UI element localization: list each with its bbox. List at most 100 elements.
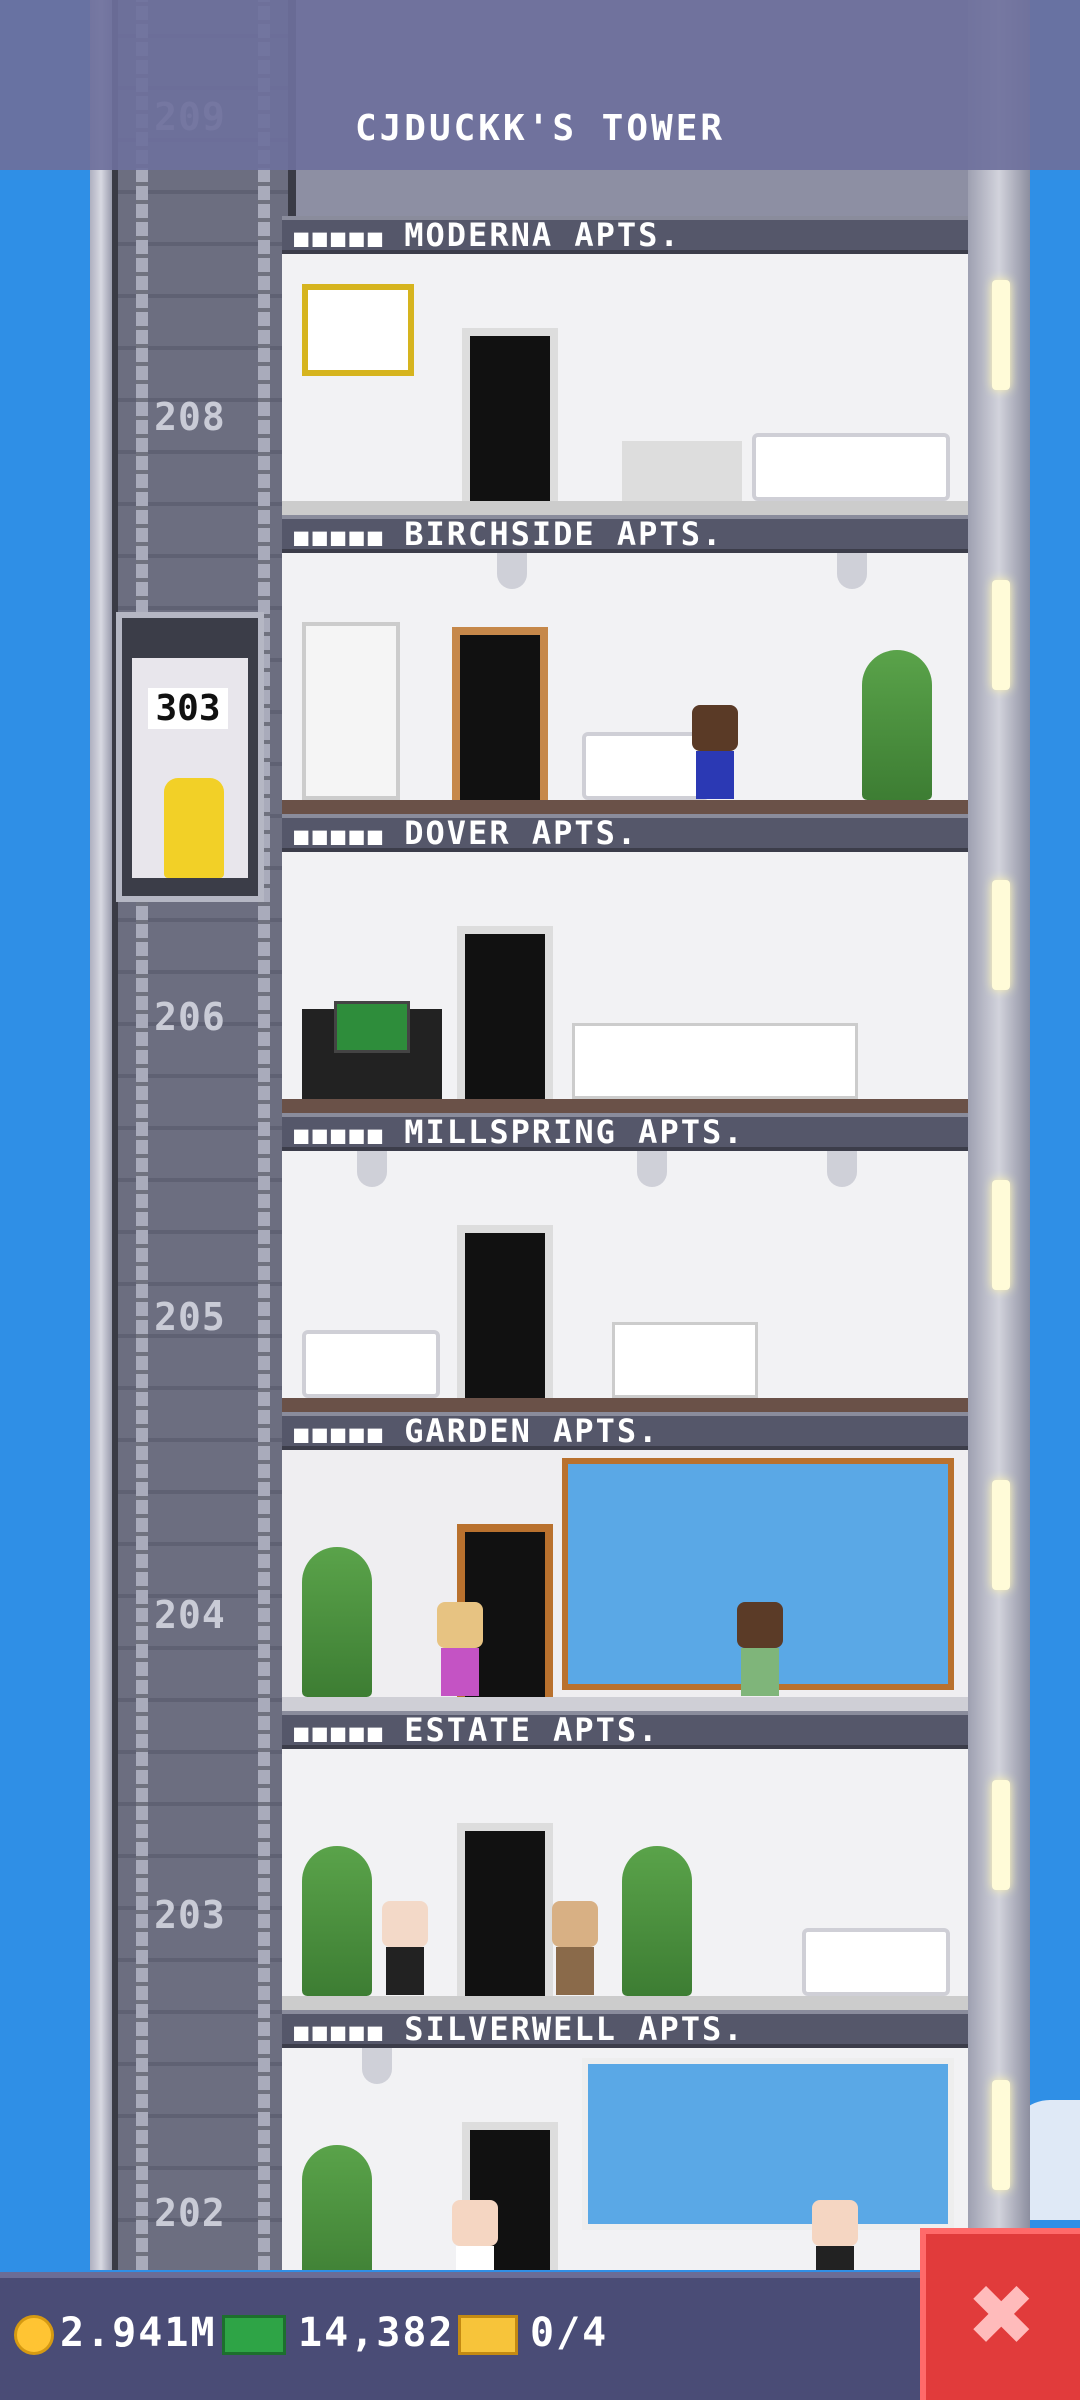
tower-title: CJDUCKK'S TOWER — [354, 108, 726, 149]
residents-icon: ■■■■■ — [294, 1121, 387, 1149]
potted-plant — [622, 1846, 692, 1996]
room — [282, 1450, 968, 1711]
sofa — [752, 433, 950, 501]
floor-name: ESTATE APTS. — [404, 1711, 660, 1749]
apartment-door[interactable] — [452, 627, 548, 800]
shaft-rail-right — [258, 0, 270, 2270]
floor-strip — [282, 1398, 968, 1412]
window-light — [992, 880, 1010, 990]
potted-plant — [302, 1547, 372, 1697]
floor-strip — [282, 501, 968, 515]
sofa — [582, 732, 710, 800]
coins-value: 2.941M — [60, 2310, 217, 2356]
room — [282, 1151, 968, 1412]
apartment-door[interactable] — [457, 1823, 553, 1996]
residents-icon: ■■■■■ — [294, 1719, 387, 1747]
residents-icon: ■■■■■ — [294, 1420, 387, 1448]
bux-stat[interactable]: 14,382 — [222, 2310, 455, 2356]
sofa — [302, 1330, 440, 1398]
window-light — [992, 280, 1010, 390]
tv-screen — [334, 1001, 410, 1053]
elevator-car[interactable]: 303 — [116, 612, 264, 902]
bux-value: 14,382 — [298, 2310, 455, 2356]
floor-sign: ■■■■■ MILLSPRING APTS. — [282, 1113, 968, 1151]
residents-icon: ■■■■■ — [294, 822, 387, 850]
ticket-icon — [458, 2315, 518, 2355]
floor-sign: ■■■■■ ESTATE APTS. — [282, 1711, 968, 1749]
room — [282, 2048, 968, 2270]
left-pillar — [90, 0, 112, 2270]
floor-strip — [282, 1697, 968, 1711]
right-pillar — [968, 0, 1030, 2270]
floor-strip — [282, 1996, 968, 2010]
floor-sign: ■■■■■ DOVER APTS. — [282, 814, 968, 852]
status-bar: 2.941M 14,382 0/4 — [0, 2272, 1080, 2400]
title-bar: CJDUCKK'S TOWER — [0, 0, 1080, 170]
resident[interactable] — [737, 1602, 783, 1697]
floor-dover[interactable]: ■■■■■ DOVER APTS. — [282, 814, 968, 1113]
floor-name: MODERNA APTS. — [404, 216, 681, 254]
floor-name: GARDEN APTS. — [404, 1412, 660, 1450]
apartment-door[interactable] — [457, 926, 553, 1099]
window-light — [992, 1480, 1010, 1590]
floor-number: 203 — [154, 1893, 226, 1937]
floor-millspring[interactable]: ■■■■■ MILLSPRING APTS. — [282, 1113, 968, 1412]
ceiling-lamp — [497, 553, 527, 589]
coins-stat[interactable]: 2.941M — [14, 2310, 217, 2356]
residents-icon: ■■■■■ — [294, 2018, 387, 2046]
floor-number: 202 — [154, 2191, 226, 2235]
floor-name: SILVERWELL APTS. — [404, 2010, 745, 2048]
floor-moderna[interactable]: ■■■■■ MODERNA APTS. — [282, 216, 968, 515]
bux-icon — [222, 2315, 286, 2355]
resident[interactable] — [382, 1901, 428, 1996]
floor-number: 208 — [154, 395, 226, 439]
tickets-stat[interactable]: 0/4 — [458, 2310, 608, 2356]
window — [582, 2058, 954, 2230]
room — [282, 1749, 968, 2010]
residents-icon: ■■■■■ — [294, 224, 387, 252]
kitchen-counter — [612, 1322, 758, 1398]
ceiling-lamp — [637, 1151, 667, 1187]
resident[interactable] — [437, 1602, 483, 1697]
floor-number: 205 — [154, 1295, 226, 1339]
apartment-door[interactable] — [462, 328, 558, 501]
floor-name: BIRCHSIDE APTS. — [404, 515, 724, 553]
floor-sign: ■■■■■ BIRCHSIDE APTS. — [282, 515, 968, 553]
coin-icon — [14, 2315, 54, 2355]
floor-silverwell[interactable]: ■■■■■ SILVERWELL APTS. — [282, 2010, 968, 2270]
floor-sign: ■■■■■ GARDEN APTS. — [282, 1412, 968, 1450]
elevator-destination: 303 — [148, 688, 228, 729]
wall-art — [302, 284, 414, 376]
room — [282, 553, 968, 814]
sofa — [802, 1928, 950, 1996]
residents-icon: ■■■■■ — [294, 523, 387, 551]
resident[interactable] — [812, 2200, 858, 2270]
window-light — [992, 1780, 1010, 1890]
floor-sign: ■■■■■ SILVERWELL APTS. — [282, 2010, 968, 2048]
floor-number: 204 — [154, 1593, 226, 1637]
apartment-door[interactable] — [457, 1225, 553, 1398]
potted-plant — [862, 650, 932, 800]
room — [282, 852, 968, 1113]
floor-garden[interactable]: ■■■■■ GARDEN APTS. — [282, 1412, 968, 1711]
floor-number: 206 — [154, 995, 226, 1039]
window-light — [992, 580, 1010, 690]
resident[interactable] — [552, 1901, 598, 1996]
window-light — [992, 2080, 1010, 2190]
ceiling-lamp — [357, 1151, 387, 1187]
floor-strip — [282, 800, 968, 814]
floor-strip — [282, 1099, 968, 1113]
resident[interactable] — [452, 2200, 498, 2270]
close-button[interactable]: ✖ — [920, 2228, 1080, 2400]
ceiling-lamp — [837, 553, 867, 589]
ceiling-lamp — [827, 1151, 857, 1187]
floor-name: MILLSPRING APTS. — [404, 1113, 745, 1151]
floor-name: DOVER APTS. — [404, 814, 639, 852]
floor-estate[interactable]: ■■■■■ ESTATE APTS. — [282, 1711, 968, 2010]
resident[interactable] — [692, 705, 738, 800]
elevator-passenger[interactable] — [164, 778, 224, 878]
kitchen-counter — [572, 1023, 858, 1099]
ceiling-lamp — [362, 2048, 392, 2084]
floor-sign: ■■■■■ MODERNA APTS. — [282, 216, 968, 254]
floor-birchside[interactable]: ■■■■■ BIRCHSIDE APTS. — [282, 515, 968, 814]
